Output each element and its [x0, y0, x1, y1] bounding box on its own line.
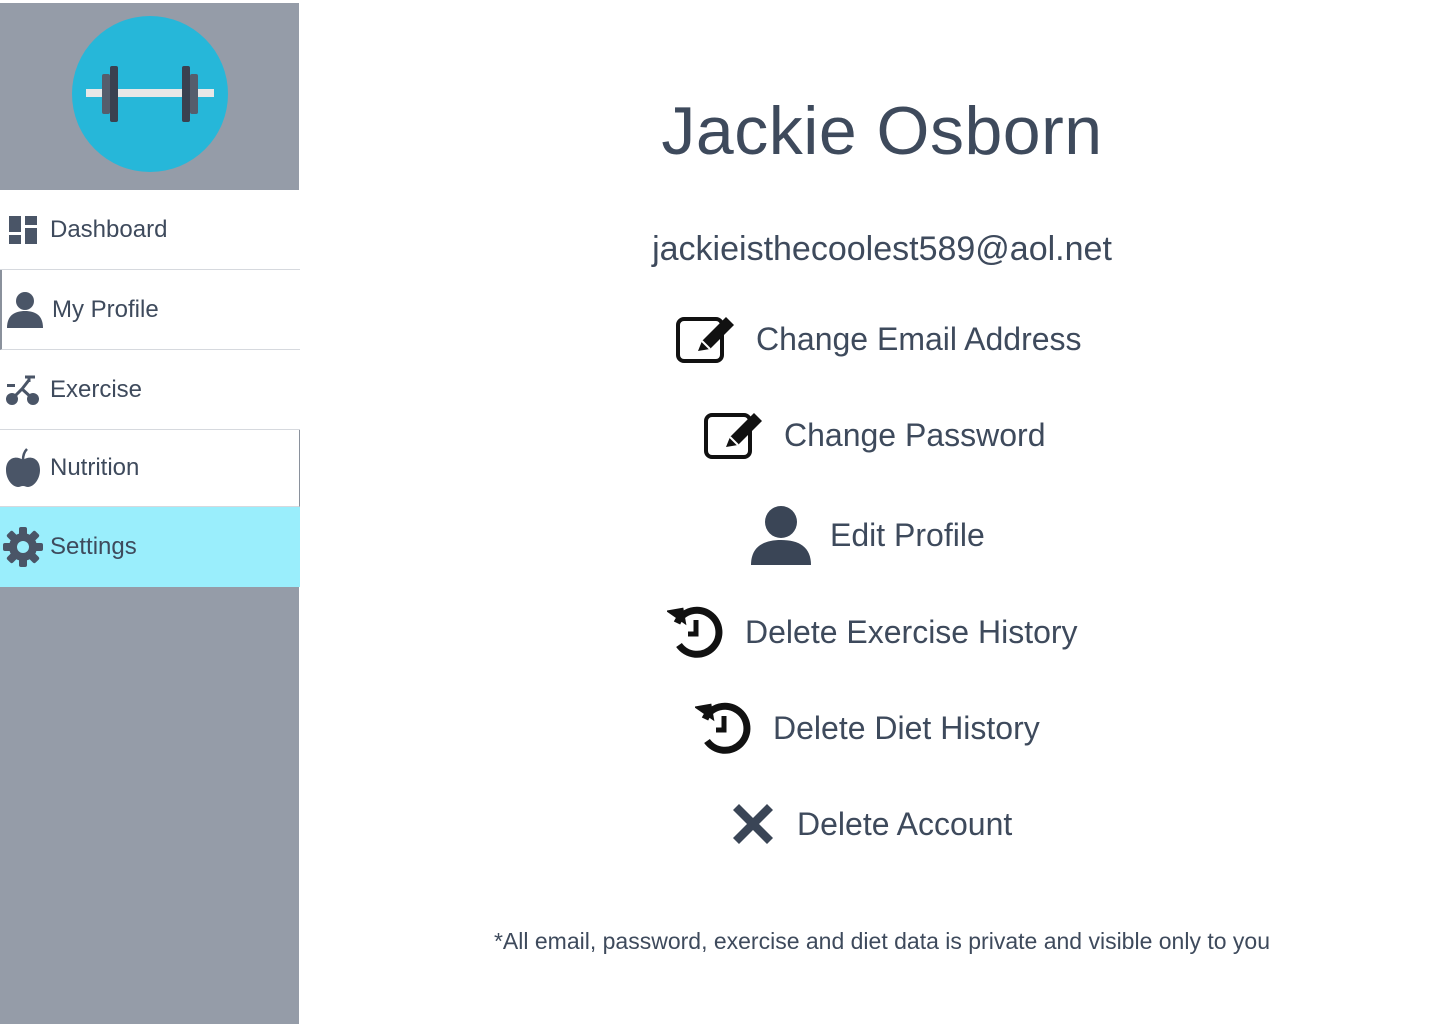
history-icon — [695, 699, 753, 757]
action-label: Edit Profile — [830, 516, 985, 553]
dashboard-icon — [2, 209, 44, 251]
change-password-button[interactable]: Change Password — [704, 409, 1045, 461]
edit-profile-button[interactable]: Edit Profile — [750, 505, 985, 565]
sidebar-item-settings[interactable]: Settings — [0, 507, 300, 587]
app: Dashboard My Profile Exercise Nutrition … — [0, 0, 1440, 1024]
edit-icon — [676, 313, 740, 365]
user-icon — [4, 289, 46, 331]
gear-icon — [2, 526, 44, 568]
sidebar-item-label: Exercise — [50, 375, 143, 403]
action-label: Delete Account — [797, 805, 1013, 842]
privacy-footnote: *All email, password, exercise and diet … — [493, 928, 1270, 954]
delete-account-button[interactable]: Delete Account — [729, 800, 1012, 848]
sidebar-item-label: Settings — [50, 533, 137, 560]
action-label: Delete Exercise History — [745, 613, 1078, 650]
sidebar-nav: Dashboard My Profile Exercise Nutrition … — [0, 190, 300, 587]
sidebar-item-my-profile[interactable]: My Profile — [0, 270, 300, 350]
sidebar-item-dashboard[interactable]: Dashboard — [0, 190, 300, 270]
profile-name: Jackie Osborn — [661, 93, 1103, 169]
logo-area — [0, 3, 299, 190]
sidebar-item-label: Nutrition — [50, 454, 140, 481]
sidebar-item-nutrition[interactable]: Nutrition — [0, 430, 300, 507]
sidebar-item-label: My Profile — [52, 295, 159, 323]
history-icon — [667, 603, 725, 661]
action-label: Delete Diet History — [773, 709, 1040, 746]
close-icon — [729, 800, 777, 848]
sidebar-item-label: Dashboard — [50, 215, 168, 243]
settings-panel: Jackie Osborn jackieisthecoolest589@aol.… — [300, 0, 1440, 1024]
change-email-button[interactable]: Change Email Address — [676, 313, 1082, 365]
dumbbell-icon[interactable] — [72, 16, 228, 172]
profile-email: jackieisthecoolest589@aol.net — [652, 230, 1112, 268]
apple-icon — [2, 447, 44, 489]
delete-diet-history-button[interactable]: Delete Diet History — [695, 699, 1040, 757]
bike-icon — [2, 369, 44, 411]
action-label: Change Email Address — [756, 320, 1082, 357]
user-icon — [750, 505, 812, 565]
sidebar-item-exercise[interactable]: Exercise — [0, 350, 300, 430]
action-label: Change Password — [784, 416, 1046, 453]
delete-exercise-history-button[interactable]: Delete Exercise History — [667, 603, 1078, 661]
sidebar: Dashboard My Profile Exercise Nutrition … — [0, 3, 300, 1024]
edit-icon — [704, 409, 768, 461]
